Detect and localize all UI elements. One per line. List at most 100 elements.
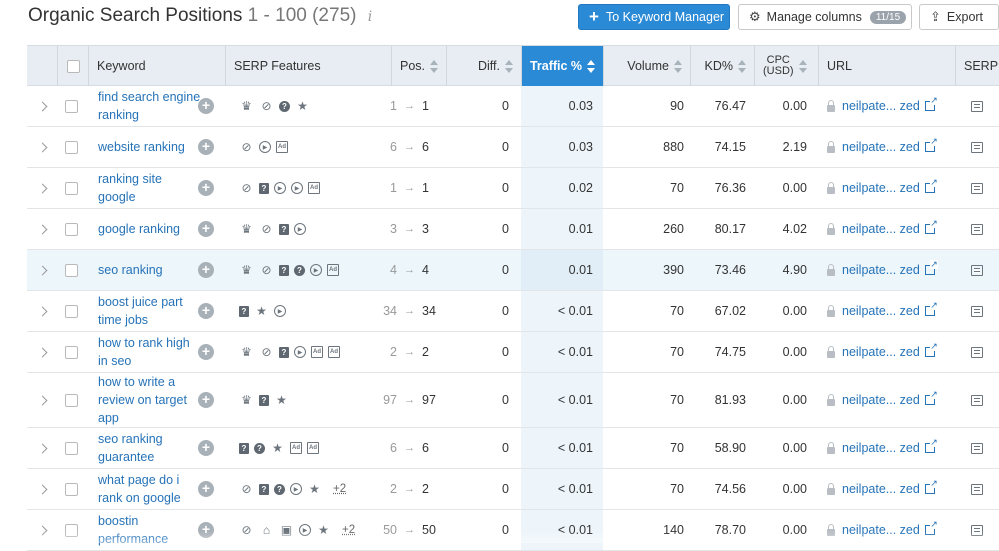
row-checkbox[interactable] bbox=[65, 510, 79, 550]
url-text[interactable]: neilpate... zed bbox=[842, 393, 920, 407]
external-link-icon[interactable] bbox=[924, 479, 938, 494]
row-checkbox[interactable] bbox=[65, 250, 79, 290]
url-link[interactable]: neilpate... zed bbox=[827, 250, 957, 290]
row-checkbox[interactable] bbox=[65, 373, 79, 427]
url-text[interactable]: neilpate... zed bbox=[842, 140, 920, 154]
column-pos[interactable]: Pos. bbox=[391, 46, 446, 86]
add-keyword-button[interactable]: + bbox=[198, 332, 214, 372]
faq-icon[interactable]: ? bbox=[279, 223, 289, 235]
ad-icon[interactable]: Ad bbox=[276, 141, 288, 153]
serp-snapshot-button[interactable] bbox=[971, 510, 987, 550]
column-cpc[interactable]: CPC (USD) bbox=[754, 46, 818, 86]
url-text[interactable]: neilpate... zed bbox=[842, 304, 920, 318]
ad-icon[interactable]: Ad bbox=[327, 264, 339, 276]
link-icon[interactable]: ⊘ bbox=[259, 99, 274, 114]
link-icon[interactable]: ⊘ bbox=[259, 263, 274, 278]
ad-bottom-icon[interactable]: Ad bbox=[307, 442, 319, 454]
row-checkbox[interactable] bbox=[65, 127, 79, 167]
serp-snapshot-button[interactable] bbox=[971, 127, 987, 167]
ad-icon[interactable]: Ad bbox=[311, 346, 323, 358]
serp-snapshot-button[interactable] bbox=[971, 469, 987, 509]
keyword-link[interactable]: find search engine ranking bbox=[98, 86, 202, 126]
link-icon[interactable]: ⊘ bbox=[259, 345, 274, 360]
url-text[interactable]: neilpate... zed bbox=[842, 99, 920, 113]
expand-row-chevron-icon[interactable] bbox=[39, 469, 53, 509]
keyword-link[interactable]: how to rank high in seo bbox=[98, 332, 202, 372]
video-icon[interactable]: ▶ bbox=[294, 346, 306, 358]
external-link-icon[interactable] bbox=[924, 96, 938, 111]
link-icon[interactable]: ⊘ bbox=[239, 482, 254, 497]
add-keyword-button[interactable]: + bbox=[198, 86, 214, 126]
serp-snapshot-button[interactable] bbox=[971, 86, 987, 126]
url-link[interactable]: neilpate... zed bbox=[827, 428, 957, 468]
row-checkbox-box[interactable] bbox=[65, 482, 78, 496]
info-icon[interactable]: i bbox=[368, 9, 372, 25]
ad-icon[interactable]: Ad bbox=[290, 442, 302, 454]
ad-bottom-icon[interactable]: Ad bbox=[328, 346, 340, 358]
column-diff[interactable]: Diff. bbox=[446, 46, 521, 86]
url-text[interactable]: neilpate... zed bbox=[842, 441, 920, 455]
external-link-icon[interactable] bbox=[924, 438, 938, 453]
external-link-icon[interactable] bbox=[924, 390, 938, 405]
add-keyword-button[interactable]: + bbox=[198, 469, 214, 509]
faq-icon[interactable]: ? bbox=[279, 346, 289, 358]
url-link[interactable]: neilpate... zed bbox=[827, 168, 957, 208]
crown-icon[interactable]: ♛ bbox=[239, 263, 254, 278]
url-link[interactable]: neilpate... zed bbox=[827, 86, 957, 126]
url-link[interactable]: neilpate... zed bbox=[827, 291, 957, 331]
serp-snapshot-button[interactable] bbox=[971, 168, 987, 208]
column-traffic[interactable]: Traffic % bbox=[521, 46, 603, 86]
faq-icon[interactable]: ? bbox=[259, 483, 269, 495]
external-link-icon[interactable] bbox=[924, 260, 938, 275]
crown-icon[interactable]: ♛ bbox=[239, 99, 254, 114]
video-icon[interactable]: ▶ bbox=[259, 141, 271, 153]
question-icon[interactable]: ? bbox=[294, 264, 305, 276]
external-link-icon[interactable] bbox=[924, 301, 938, 316]
expand-row-chevron-icon[interactable] bbox=[39, 332, 53, 372]
star-icon[interactable]: ★ bbox=[274, 393, 289, 408]
add-keyword-button[interactable]: + bbox=[198, 209, 214, 249]
row-checkbox[interactable] bbox=[65, 86, 79, 126]
row-checkbox-box[interactable] bbox=[65, 140, 78, 154]
add-keyword-button[interactable]: + bbox=[198, 373, 214, 427]
row-checkbox-box[interactable] bbox=[65, 222, 78, 236]
expand-row-chevron-icon[interactable] bbox=[39, 86, 53, 126]
serp-snapshot-button[interactable] bbox=[971, 373, 987, 427]
star-icon[interactable]: ★ bbox=[270, 441, 285, 456]
url-text[interactable]: neilpate... zed bbox=[842, 263, 920, 277]
expand-row-chevron-icon[interactable] bbox=[39, 428, 53, 468]
question-icon[interactable]: ? bbox=[279, 100, 290, 112]
url-link[interactable]: neilpate... zed bbox=[827, 332, 957, 372]
video-icon[interactable]: ▶ bbox=[291, 182, 303, 194]
keyword-link[interactable]: what page do i rank on google bbox=[98, 469, 202, 509]
url-link[interactable]: neilpate... zed bbox=[827, 510, 957, 550]
url-text[interactable]: neilpate... zed bbox=[842, 482, 920, 496]
link-icon[interactable]: ⊘ bbox=[259, 222, 274, 237]
column-url[interactable]: URL bbox=[818, 46, 955, 86]
select-all-checkbox[interactable] bbox=[57, 46, 88, 86]
star-icon[interactable]: ★ bbox=[254, 304, 269, 319]
serp-snapshot-button[interactable] bbox=[971, 428, 987, 468]
row-checkbox-box[interactable] bbox=[65, 393, 78, 407]
row-checkbox[interactable] bbox=[65, 209, 79, 249]
url-text[interactable]: neilpate... zed bbox=[842, 345, 920, 359]
row-checkbox-box[interactable] bbox=[65, 441, 78, 455]
url-link[interactable]: neilpate... zed bbox=[827, 373, 957, 427]
keyword-link[interactable]: google ranking bbox=[98, 209, 202, 249]
external-link-icon[interactable] bbox=[924, 137, 938, 152]
video-icon[interactable]: ▶ bbox=[274, 305, 286, 317]
expand-row-chevron-icon[interactable] bbox=[39, 250, 53, 290]
star-icon[interactable]: ★ bbox=[295, 99, 310, 114]
keyword-link[interactable]: website ranking bbox=[98, 127, 202, 167]
keyword-link[interactable]: seo ranking guarantee bbox=[98, 428, 202, 468]
url-link[interactable]: neilpate... zed bbox=[827, 127, 957, 167]
serp-snapshot-button[interactable] bbox=[971, 250, 987, 290]
ad-icon[interactable]: Ad bbox=[308, 182, 320, 194]
manage-columns-button[interactable]: ⚙ Manage columns 11/15 bbox=[738, 4, 912, 30]
link-icon[interactable]: ⊘ bbox=[239, 181, 254, 196]
url-link[interactable]: neilpate... zed bbox=[827, 209, 957, 249]
url-text[interactable]: neilpate... zed bbox=[842, 181, 920, 195]
export-button[interactable]: ⇪ Export bbox=[919, 4, 999, 30]
add-keyword-button[interactable]: + bbox=[198, 428, 214, 468]
faq-icon[interactable]: ? bbox=[279, 264, 289, 276]
